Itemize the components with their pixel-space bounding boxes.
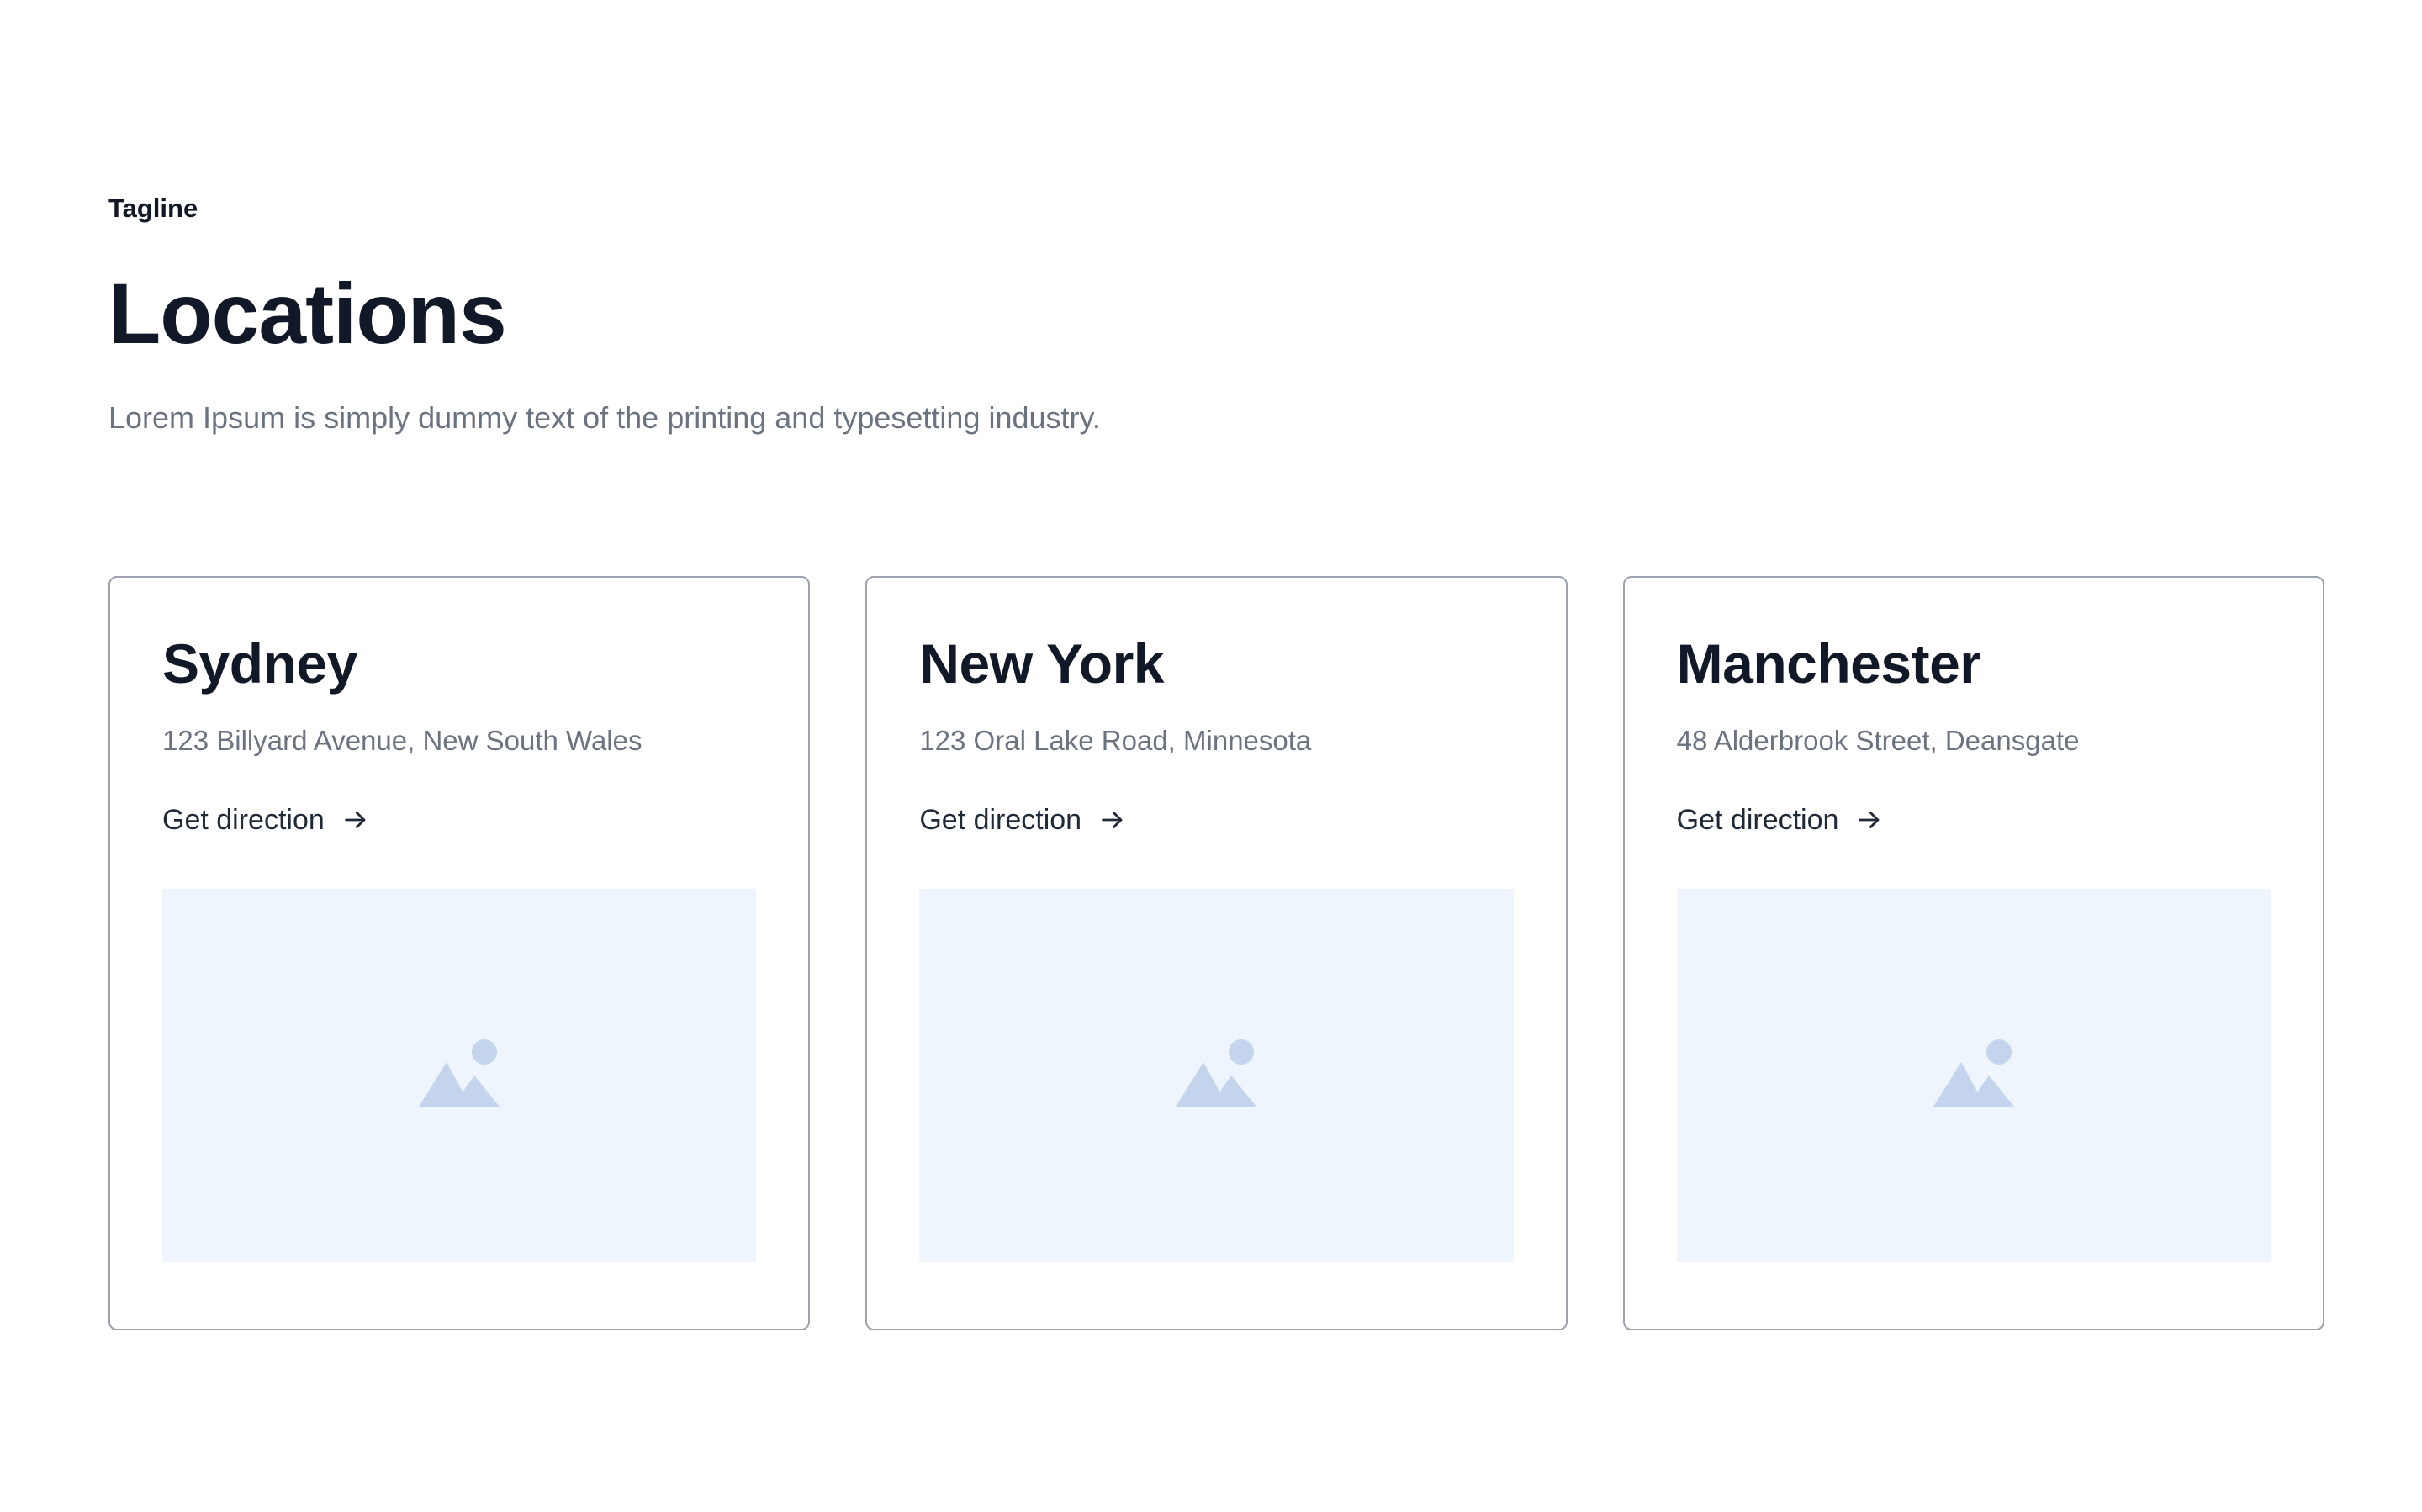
- location-city: Manchester: [1676, 632, 1981, 695]
- get-direction-label: Get direction: [1676, 804, 1839, 836]
- image-placeholder-icon: [1933, 1039, 2014, 1107]
- arrow-right-icon: [345, 812, 366, 828]
- location-card-manchester: Manchester 48 Alderbrook Street, Deansga…: [1622, 576, 2324, 1330]
- location-address: 48 Alderbrook Street, Deansgate: [1676, 725, 2080, 756]
- page-subtitle: Lorem Ipsum is simply dummy text of the …: [108, 400, 1101, 435]
- location-card-sydney: Sydney 123 Billyard Avenue, New South Wa…: [108, 576, 811, 1330]
- get-direction-label: Get direction: [162, 804, 325, 836]
- image-placeholder-icon: [1176, 1039, 1257, 1107]
- location-address: 123 Billyard Avenue, New South Wales: [162, 725, 643, 756]
- location-city: Sydney: [162, 632, 357, 695]
- location-image-placeholder: [1676, 889, 2271, 1262]
- arrow-right-icon: [1102, 812, 1123, 828]
- get-direction-link[interactable]: Get direction: [919, 801, 1513, 838]
- location-cards: Sydney 123 Billyard Avenue, New South Wa…: [108, 576, 2324, 1330]
- get-direction-link[interactable]: Get direction: [162, 801, 756, 838]
- get-direction-label: Get direction: [919, 804, 1082, 836]
- location-address: 123 Oral Lake Road, Minnesota: [919, 725, 1312, 756]
- location-image-placeholder: [919, 889, 1514, 1262]
- get-direction-link[interactable]: Get direction: [1677, 801, 2271, 838]
- arrow-right-icon: [1859, 812, 1880, 828]
- location-card-new-york: New York 123 Oral Lake Road, Minnesota G…: [865, 576, 1568, 1330]
- location-city: New York: [919, 632, 1165, 695]
- locations-section: Tagline Locations Lorem Ipsum is simply …: [0, 0, 2422, 437]
- tagline: Tagline: [108, 193, 198, 223]
- image-placeholder-icon: [419, 1039, 500, 1107]
- page-title: Locations: [108, 266, 507, 362]
- location-image-placeholder: [162, 889, 757, 1262]
